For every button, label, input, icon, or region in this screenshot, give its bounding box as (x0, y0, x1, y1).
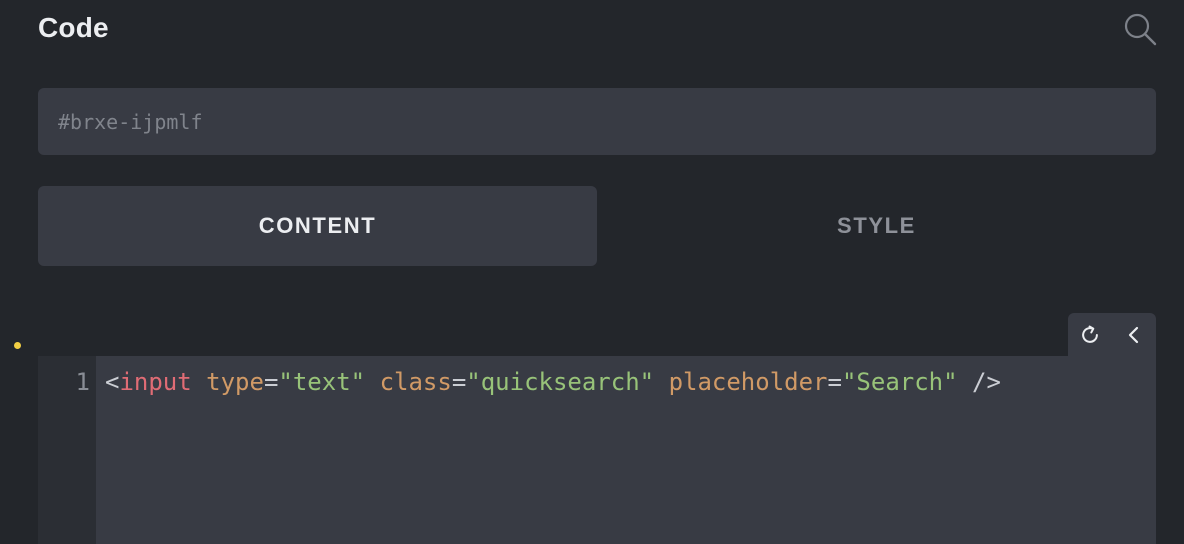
code-line[interactable]: <input type="text" class="quicksearch" p… (105, 366, 1135, 399)
code-token-punct: < (105, 368, 120, 396)
editor-gutter: 1 (38, 356, 96, 544)
collapse-button[interactable] (1112, 313, 1156, 356)
code-token-tag: input (119, 368, 192, 396)
code-token-attr: placeholder (668, 368, 828, 396)
panel-tabs: CONTENT STYLE (38, 186, 1156, 266)
refresh-button[interactable] (1068, 313, 1112, 356)
chevron-left-icon (1128, 326, 1139, 343)
tab-style[interactable]: STYLE (597, 186, 1156, 266)
code-token-punct: = (451, 368, 467, 396)
panel-title: Code (38, 12, 109, 43)
code-token-string: "text" (278, 368, 366, 396)
line-number: 1 (75, 368, 90, 396)
code-token-attr: class (379, 368, 452, 396)
css-id-input[interactable] (58, 109, 1156, 134)
code-token-punct: = (827, 368, 842, 396)
code-token-punct: /> (972, 368, 1001, 396)
modified-indicator-dot (14, 342, 21, 349)
code-token-punct: = (263, 368, 279, 396)
code-token-string: "quicksearch" (466, 368, 655, 396)
code-editor[interactable]: 1 <input type="text" class="quicksearch"… (38, 356, 1156, 544)
css-id-field[interactable] (38, 88, 1156, 155)
tab-content[interactable]: CONTENT (38, 186, 597, 266)
code-token-attr: type (206, 368, 264, 396)
editor-toolbar (1068, 313, 1156, 356)
refresh-icon (1082, 325, 1098, 343)
code-token-string: "Search" (841, 368, 958, 396)
search-icon[interactable] (1122, 11, 1158, 47)
